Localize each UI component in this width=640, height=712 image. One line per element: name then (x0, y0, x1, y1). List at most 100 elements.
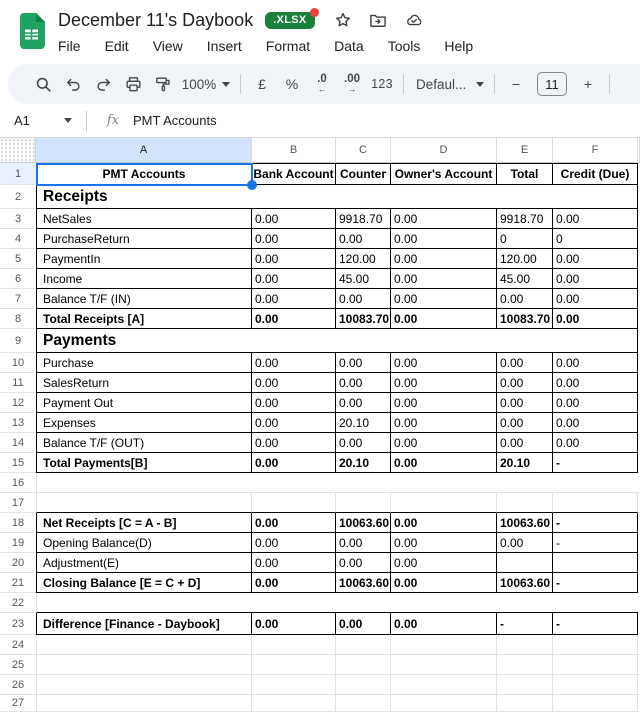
cell-D10[interactable]: 0.00 (391, 353, 497, 373)
cell-B23[interactable]: 0.00 (252, 613, 336, 635)
cell-D3[interactable]: 0.00 (391, 209, 497, 229)
cell-B25[interactable] (252, 655, 336, 675)
cell-B5[interactable]: 0.00 (252, 249, 336, 269)
cell-C14[interactable]: 0.00 (336, 433, 391, 453)
decrease-font-size-button[interactable]: − (501, 70, 531, 98)
cell-D17[interactable] (391, 493, 497, 513)
menu-format[interactable]: Format (266, 38, 310, 54)
cell-E23[interactable]: - (497, 613, 553, 635)
cell-C20[interactable]: 0.00 (336, 553, 391, 573)
row-header-12[interactable]: 12 (0, 393, 36, 413)
zoom-select[interactable]: 100% (178, 70, 234, 98)
cell-C12[interactable]: 0.00 (336, 393, 391, 413)
cell-E3[interactable]: 9918.70 (497, 209, 553, 229)
cell-D12[interactable]: 0.00 (391, 393, 497, 413)
cell-C21[interactable]: 10063.60 (336, 573, 391, 593)
increase-font-size-button[interactable]: + (573, 70, 603, 98)
cell-A1[interactable]: PMT Accounts (36, 163, 252, 185)
cell-F7[interactable]: 0.00 (553, 289, 638, 309)
row-header-26[interactable]: 26 (0, 675, 36, 695)
row-header-5[interactable]: 5 (0, 249, 36, 269)
cloud-status-icon[interactable] (403, 10, 425, 30)
cell-A12[interactable]: Payment Out (36, 393, 252, 413)
cell-A6[interactable]: Income (36, 269, 252, 289)
cell-F1[interactable]: Credit (Due) (553, 163, 638, 185)
cell-D11[interactable]: 0.00 (391, 373, 497, 393)
cell-B11[interactable]: 0.00 (252, 373, 336, 393)
cell-E24[interactable] (497, 635, 553, 655)
cell-D27[interactable] (391, 695, 497, 712)
cell-E21[interactable]: 10063.60 (497, 573, 553, 593)
cell-C1[interactable]: Counter (336, 163, 391, 185)
cell-C6[interactable]: 45.00 (336, 269, 391, 289)
row-header-9[interactable]: 9 (0, 329, 36, 353)
function-icon[interactable]: fx (101, 113, 125, 128)
cell-B7[interactable]: 0.00 (252, 289, 336, 309)
row-header-24[interactable]: 24 (0, 635, 36, 655)
row-header-4[interactable]: 4 (0, 229, 36, 249)
decrease-decimals-button[interactable]: .0 ← (307, 70, 337, 98)
cell-D14[interactable]: 0.00 (391, 433, 497, 453)
cell-C23[interactable]: 0.00 (336, 613, 391, 635)
row-header-18[interactable]: 18 (0, 513, 36, 533)
sheets-logo[interactable] (18, 13, 45, 49)
cell-C26[interactable] (336, 675, 391, 695)
font-select[interactable]: Defaul... (410, 70, 488, 98)
paint-format-icon[interactable] (148, 70, 178, 98)
menu-edit[interactable]: Edit (105, 38, 129, 54)
cell-A10[interactable]: Purchase (36, 353, 252, 373)
cell-B1[interactable]: Bank Account (252, 163, 336, 185)
column-header-E[interactable]: E (497, 138, 553, 163)
cell-A17[interactable] (36, 493, 252, 513)
row-header-10[interactable]: 10 (0, 353, 36, 373)
row-header-21[interactable]: 21 (0, 573, 36, 593)
cell-B24[interactable] (252, 635, 336, 655)
cell-C13[interactable]: 20.10 (336, 413, 391, 433)
document-title[interactable]: December 11's Daybook (58, 10, 253, 31)
cell-F24[interactable] (553, 635, 638, 655)
cell-E15[interactable]: 20.10 (497, 453, 553, 473)
cell-A18[interactable]: Net Receipts [C = A - B] (36, 513, 252, 533)
undo-icon[interactable] (58, 70, 88, 98)
sheet-grid[interactable]: A B C D E F 1 PMT Accounts Bank Account Counter Ow… (0, 138, 640, 712)
cell-C27[interactable] (336, 695, 391, 712)
cell-E17[interactable] (497, 493, 553, 513)
cell-A7[interactable]: Balance T/F (IN) (36, 289, 252, 309)
cell-B26[interactable] (252, 675, 336, 695)
cell-B14[interactable]: 0.00 (252, 433, 336, 453)
row-header-17[interactable]: 17 (0, 493, 36, 513)
redo-icon[interactable] (88, 70, 118, 98)
cell-A27[interactable] (36, 695, 252, 712)
menu-insert[interactable]: Insert (207, 38, 242, 54)
cell-A22[interactable] (36, 593, 638, 613)
menu-view[interactable]: View (153, 38, 183, 54)
cell-B13[interactable]: 0.00 (252, 413, 336, 433)
column-header-C[interactable]: C (336, 138, 391, 163)
cell-F6[interactable]: 0.00 (553, 269, 638, 289)
cell-F10[interactable]: 0.00 (553, 353, 638, 373)
column-header-F[interactable]: F (553, 138, 638, 163)
cell-C18[interactable]: 10063.60 (336, 513, 391, 533)
cell-C24[interactable] (336, 635, 391, 655)
column-header-D[interactable]: D (391, 138, 497, 163)
row-header-3[interactable]: 3 (0, 209, 36, 229)
cell-D20[interactable]: 0.00 (391, 553, 497, 573)
cell-B20[interactable]: 0.00 (252, 553, 336, 573)
cell-C5[interactable]: 120.00 (336, 249, 391, 269)
cell-C3[interactable]: 9918.70 (336, 209, 391, 229)
menu-help[interactable]: Help (444, 38, 473, 54)
formula-input[interactable]: PMT Accounts (133, 113, 217, 128)
cell-B21[interactable]: 0.00 (252, 573, 336, 593)
cell-F8[interactable]: 0.00 (553, 309, 638, 329)
cell-C7[interactable]: 0.00 (336, 289, 391, 309)
cell-B3[interactable]: 0.00 (252, 209, 336, 229)
row-header-22[interactable]: 22 (0, 593, 36, 613)
cell-E25[interactable] (497, 655, 553, 675)
cell-A11[interactable]: SalesReturn (36, 373, 252, 393)
cell-A2[interactable]: Receipts (36, 185, 638, 209)
cell-D6[interactable]: 0.00 (391, 269, 497, 289)
cell-E19[interactable]: 0.00 (497, 533, 553, 553)
cell-A4[interactable]: PurchaseReturn (36, 229, 252, 249)
cell-B12[interactable]: 0.00 (252, 393, 336, 413)
cell-B17[interactable] (252, 493, 336, 513)
